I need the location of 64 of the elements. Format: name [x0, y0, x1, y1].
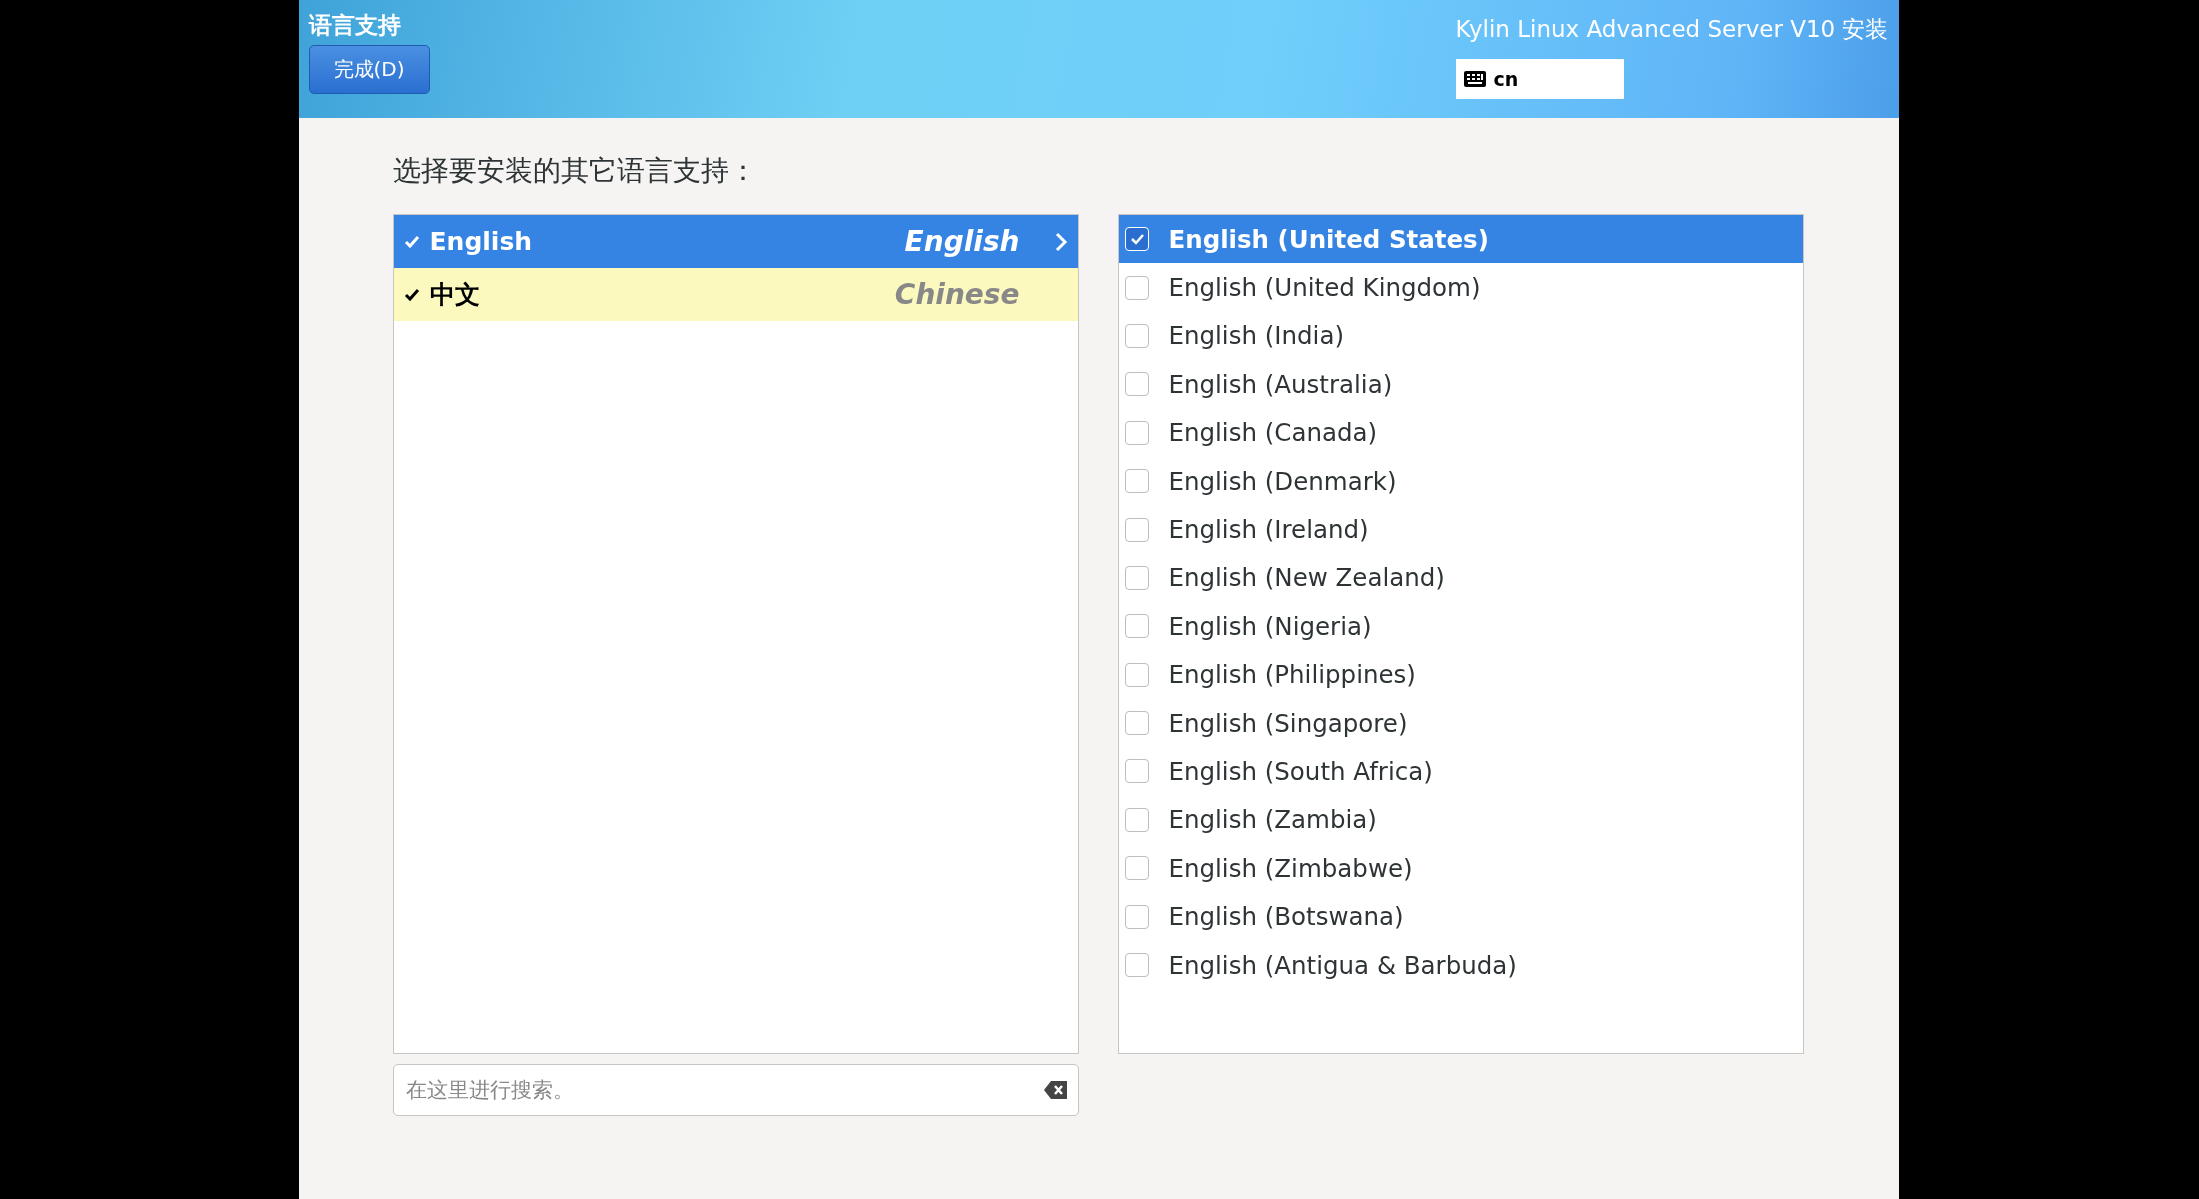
language-item[interactable]: English English — [393, 215, 1078, 268]
language-item[interactable]: 中文 Chinese — [393, 268, 1078, 321]
locale-label: English (Zambia) — [1168, 805, 1377, 835]
locale-item[interactable]: English (New Zealand) — [1118, 553, 1803, 603]
product-title: Kylin Linux Advanced Server V10 安装 — [1455, 15, 1889, 44]
checkbox[interactable] — [1124, 759, 1149, 784]
checkbox[interactable] — [1124, 856, 1149, 881]
locale-item[interactable]: English (India) — [1118, 311, 1803, 361]
instruction-text: 选择要安装的其它语言支持： — [392, 153, 758, 189]
chevron-right-icon — [1053, 230, 1068, 253]
checkbox[interactable] — [1124, 662, 1149, 687]
locale-item[interactable]: English (United Kingdom) — [1118, 263, 1803, 312]
locale-label: English (United Kingdom) — [1168, 273, 1481, 303]
locale-label: English (New Zealand) — [1168, 563, 1445, 593]
locale-label: English (Nigeria) — [1168, 611, 1372, 641]
locale-item[interactable]: English (Zimbabwe) — [1118, 844, 1803, 893]
check-icon — [403, 234, 420, 249]
language-english-name: English — [904, 225, 1020, 258]
checkbox[interactable] — [1124, 372, 1149, 397]
locale-label: English (Zimbabwe) — [1168, 853, 1413, 883]
locale-label: English (Antigua & Barbuda) — [1168, 950, 1517, 980]
page-title: 语言支持 — [308, 11, 401, 40]
locale-item[interactable]: English (Canada) — [1118, 408, 1803, 457]
locale-item[interactable]: English (Australia) — [1118, 360, 1803, 409]
done-button[interactable]: 完成(D) — [308, 45, 430, 94]
locale-label: English (United States) — [1168, 224, 1489, 254]
checkbox[interactable] — [1124, 469, 1149, 494]
locale-item[interactable]: English (Singapore) — [1118, 698, 1803, 748]
keyboard-icon — [1463, 71, 1486, 87]
locale-item[interactable]: English (Philippines) — [1118, 650, 1803, 699]
checkbox[interactable] — [1124, 711, 1149, 736]
locale-label: English (Australia) — [1168, 369, 1393, 399]
checkbox[interactable] — [1124, 420, 1149, 445]
language-native-name: English — [429, 227, 534, 256]
locale-item[interactable]: English (Denmark) — [1118, 456, 1803, 506]
clear-icon[interactable] — [1042, 1080, 1069, 1100]
locale-label: English (Botswana) — [1168, 902, 1404, 932]
locale-item[interactable]: English (Ireland) — [1118, 505, 1803, 554]
check-icon — [403, 287, 420, 302]
locale-item[interactable]: English (Zambia) — [1118, 795, 1803, 845]
checkbox[interactable] — [1124, 565, 1149, 590]
checkbox[interactable] — [1124, 517, 1149, 542]
locale-label: English (South Africa) — [1168, 757, 1433, 786]
locale-item[interactable]: English (Antigua & Barbuda) — [1118, 940, 1803, 990]
locale-item[interactable]: English (United States) — [1118, 215, 1803, 264]
locale-label: English (Denmark) — [1168, 466, 1397, 496]
locale-item[interactable]: English (Nigeria) — [1118, 602, 1803, 651]
locale-item[interactable]: English (Botswana) — [1118, 892, 1803, 941]
locale-label: English (Philippines) — [1168, 660, 1416, 690]
checkbox[interactable] — [1124, 275, 1149, 300]
checkbox[interactable] — [1124, 807, 1149, 832]
checkbox[interactable] — [1124, 904, 1149, 929]
keyboard-layout-indicator[interactable]: cn — [1455, 59, 1624, 99]
checkbox[interactable] — [1124, 614, 1149, 639]
checkbox[interactable] — [1124, 323, 1149, 348]
locale-label: English (Ireland) — [1168, 515, 1369, 545]
language-native-name: 中文 — [429, 279, 481, 311]
locale-label: English (Canada) — [1168, 418, 1378, 448]
checkbox[interactable] — [1124, 953, 1149, 978]
locale-label: English (Singapore) — [1168, 708, 1408, 738]
search-field[interactable]: 在这里进行搜索。 — [392, 1064, 1079, 1116]
locale-item[interactable]: English (South Africa) — [1118, 747, 1803, 796]
language-english-name: Chinese — [894, 278, 1020, 311]
locale-label: English (India) — [1168, 321, 1344, 351]
